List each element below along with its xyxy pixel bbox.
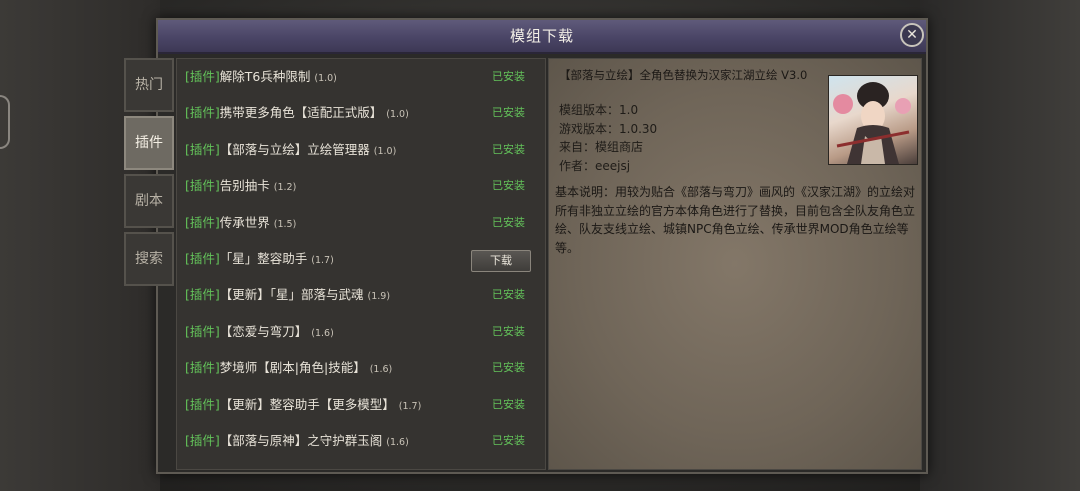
side-handle-icon[interactable] (0, 95, 10, 149)
item-version: (1.0) (314, 73, 337, 84)
background-right (920, 0, 1080, 491)
item-name: 「星」整容助手 (219, 250, 308, 266)
detail-description: 基本说明：用较为贴合《部落与弯刀》画风的《汉家江湖》的立绘对所有非独立立绘的官方… (555, 185, 916, 255)
detail-title: 【部落与立绘】全角色替换为汉家江湖立绘 V3.0 (559, 68, 808, 82)
character-portrait (828, 75, 918, 165)
status-installed: 已安装 (492, 324, 525, 338)
item-tag: [插件] (185, 69, 220, 84)
tab-search[interactable]: 搜索 (124, 232, 174, 286)
item-tag: [插件] (185, 323, 220, 339)
list-item[interactable]: [插件]解除T6兵种限制 (1.0) 已安装 (177, 59, 545, 95)
status-installed: 已安装 (492, 179, 525, 193)
tab-scripts[interactable]: 剧本 (124, 174, 174, 228)
status-installed: 已安装 (492, 215, 525, 229)
item-tag: [插件] (185, 141, 220, 157)
item-tag: [插件] (185, 432, 220, 448)
item-tag: [插件] (185, 214, 220, 230)
list-item[interactable]: [插件]传承世界 (1.5) 已安装 (177, 205, 545, 241)
mod-list: [插件]解除T6兵种限制 (1.0) 已安装 [插件]携带更多角色【适配正式版】(… (176, 58, 546, 470)
item-name: 梦境师【剧本|角色|技能】 (219, 360, 366, 376)
item-tag: [插件] (185, 250, 220, 266)
list-item[interactable]: [插件]梦境师【剧本|角色|技能】 (1.6) 已安装 (177, 350, 545, 386)
mod-download-window: 模组下载 ✕ 热门 插件 剧本 搜索 [插件]解除T6兵种限制 (1.0) 已安装… (124, 18, 928, 474)
item-version: (1.7) (398, 400, 422, 412)
status-installed: 已安装 (492, 288, 525, 302)
status-installed: 已安装 (492, 70, 525, 83)
status-installed: 已安装 (492, 361, 525, 375)
list-item[interactable]: [插件]【更新】整容助手【更多模型】 (1.7) 已安装 (177, 387, 545, 423)
item-version: (1.6) (369, 364, 393, 376)
mod-detail-panel: 【部落与立绘】全角色替换为汉家江湖立绘 V3.0 模组版本：1.0 游戏版本：1… (548, 58, 922, 470)
item-name: 传承世界 (219, 214, 270, 230)
tab-plugins[interactable]: 插件 (124, 116, 174, 170)
item-name: 【恋爱与弯刀】 (219, 323, 308, 339)
item-tag: [插件] (185, 396, 220, 412)
item-version: (1.5) (273, 218, 297, 230)
detail-meta: 模组版本：1.0 游戏版本：1.0.30 来自：模组商店 作者：eeejsj (559, 101, 657, 175)
item-version: (1.9) (367, 291, 391, 303)
item-name: 携带更多角色【适配正式版】 (219, 105, 383, 121)
list-item[interactable]: [插件]【部落与立绘】立绘管理器 (1.0) 已安装 (177, 132, 545, 168)
tab-hot[interactable]: 热门 (124, 58, 174, 112)
item-name: 解除T6兵种限制 (219, 69, 311, 84)
item-tag: [插件] (185, 105, 220, 121)
item-tag: [插件] (185, 178, 220, 194)
list-item[interactable]: [插件]【部落与原神】之守护群玉阁 (1.6) 已安装 (177, 423, 545, 459)
close-icon[interactable]: ✕ (900, 23, 924, 47)
item-version: (1.6) (386, 436, 409, 448)
item-version: (1.0) (386, 109, 409, 121)
item-name: 告别抽卡 (219, 178, 270, 194)
status-installed: 已安装 (492, 106, 525, 120)
mod-source: 来自：模组商店 (559, 140, 644, 154)
status-installed: 已安装 (492, 397, 525, 411)
list-item[interactable]: [插件]【更新】「星」部落与武魂 (1.9) 已安装 (177, 277, 545, 313)
window-title: 模组下载 (509, 27, 574, 45)
item-version: (1.0) (373, 145, 397, 157)
list-item[interactable]: [插件]【恋爱与弯刀】 (1.6) 已安装 (177, 314, 545, 350)
window-titlebar: 模组下载 (158, 20, 926, 54)
item-version: (1.6) (311, 327, 334, 339)
category-tabs: 热门 插件 剧本 搜索 (124, 58, 174, 290)
list-item[interactable]: [插件]告别抽卡 (1.2) 已安装 (177, 168, 545, 204)
item-tag: [插件] (185, 360, 220, 376)
game-version: 游戏版本：1.0.30 (559, 121, 658, 136)
download-button[interactable]: 下载 (471, 249, 531, 272)
item-name: 【更新】「星」部落与武魂 (219, 287, 364, 303)
list-item[interactable]: [插件]携带更多角色【适配正式版】 (1.0) 已安装 (177, 95, 545, 131)
portrait-art (833, 82, 911, 164)
status-installed: 已安装 (492, 433, 525, 447)
mod-version: 模组版本：1.0 (559, 103, 639, 117)
mod-author: 作者：eeejsj (559, 158, 631, 173)
item-name: 【更新】整容助手【更多模型】 (219, 396, 395, 412)
item-version: (1.2) (273, 182, 297, 194)
list-item[interactable]: [插件]「星」整容助手 (1.7) 下载 (177, 241, 545, 277)
item-name: 【部落与立绘】立绘管理器 (219, 141, 370, 157)
item-tag: [插件] (185, 287, 220, 303)
item-version: (1.7) (311, 254, 334, 266)
status-installed: 已安装 (492, 142, 525, 156)
item-name: 【部落与原神】之守护群玉阁 (219, 432, 383, 448)
